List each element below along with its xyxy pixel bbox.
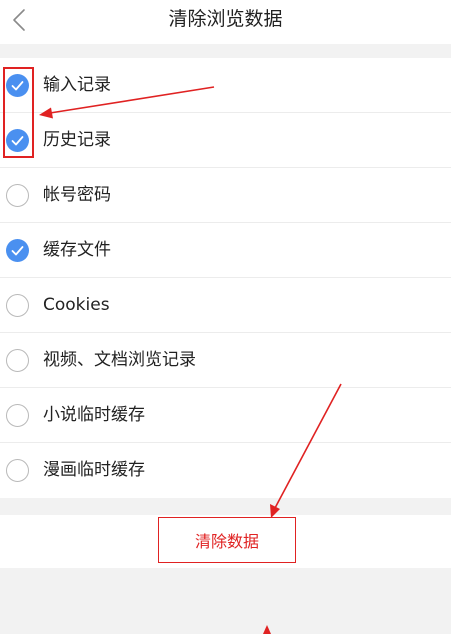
annotation-highlight-box — [3, 67, 34, 158]
option-label: 历史记录 — [43, 130, 111, 150]
option-browsing-history[interactable]: 历史记录 — [0, 113, 451, 168]
option-comic-cache[interactable]: 漫画临时缓存 — [0, 443, 451, 498]
checkbox-icon[interactable] — [6, 294, 29, 317]
checkbox-icon[interactable] — [6, 239, 29, 262]
option-cookies[interactable]: Cookies — [0, 278, 451, 333]
option-input-history[interactable]: 输入记录 — [0, 58, 451, 113]
checkmark-icon — [11, 246, 24, 256]
checkbox-icon[interactable] — [6, 349, 29, 372]
clear-data-button[interactable]: 清除数据 — [158, 517, 296, 563]
clear-data-button-label: 清除数据 — [194, 532, 259, 551]
option-account-passwords[interactable]: 帐号密码 — [0, 168, 451, 223]
option-label: 输入记录 — [43, 75, 111, 95]
option-novel-cache[interactable]: 小说临时缓存 — [0, 388, 451, 443]
checkbox-icon[interactable] — [6, 459, 29, 482]
option-label: Cookies — [43, 295, 110, 315]
option-label: 小说临时缓存 — [43, 405, 145, 425]
annotation-arrow-icon — [263, 625, 271, 634]
option-label: 帐号密码 — [43, 185, 111, 205]
checkbox-icon[interactable] — [6, 184, 29, 207]
option-label: 视频、文档浏览记录 — [43, 350, 196, 370]
clear-options-list: 输入记录 历史记录 帐号密码 缓存文件 Cookies 视频、文档浏览记录 小说… — [0, 58, 451, 498]
page-title: 清除浏览数据 — [168, 8, 283, 30]
checkbox-icon[interactable] — [6, 404, 29, 427]
action-area: 清除数据 — [0, 515, 451, 568]
nav-bar: 清除浏览数据 — [0, 0, 451, 44]
option-label: 漫画临时缓存 — [43, 460, 145, 480]
option-label: 缓存文件 — [43, 240, 111, 260]
option-cache-files[interactable]: 缓存文件 — [0, 223, 451, 278]
option-video-doc-history[interactable]: 视频、文档浏览记录 — [0, 333, 451, 388]
